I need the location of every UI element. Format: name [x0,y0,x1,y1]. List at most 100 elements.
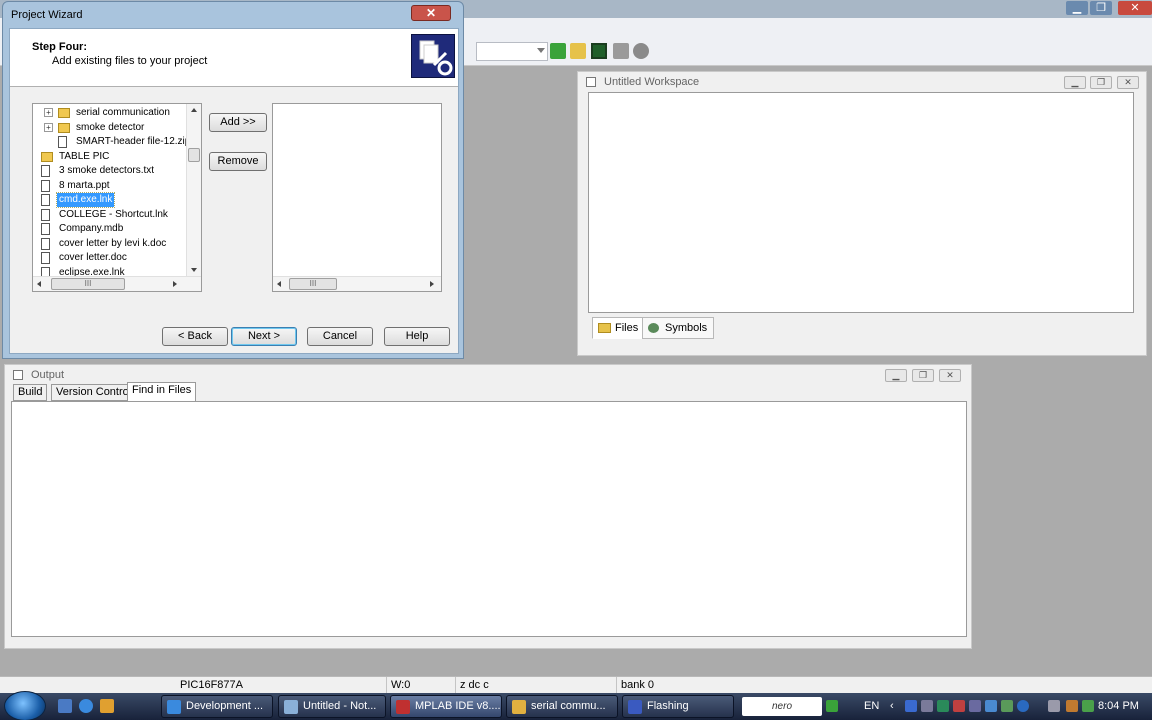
file-browser-tree[interactable]: eclipse.exe.lnk cover letter.doc cover let… [32,103,202,292]
save-icon[interactable] [591,43,607,59]
folder-icon [512,700,526,714]
remove-button[interactable]: Remove [209,152,267,171]
build-icon[interactable] [613,43,629,59]
symbols-icon [648,323,659,333]
ie-icon [167,700,181,714]
tray-chevron-icon[interactable]: ‹ [890,700,902,712]
nero-logo[interactable]: nero [742,697,822,716]
workspace-minimize-button[interactable]: ▁ [1064,76,1086,89]
tray-app-icon[interactable] [1066,700,1078,712]
file-icon [41,237,50,250]
taskbar-button[interactable]: MPLAB IDE v8.... [390,695,502,718]
arrow-icon[interactable] [826,700,838,712]
configuration-combo[interactable] [476,42,548,61]
tab-version-control[interactable]: Version Control [51,384,137,401]
scroll-left-arrow-icon[interactable] [277,281,281,287]
tray-app-icon[interactable] [1017,700,1029,712]
scroll-up-arrow-icon[interactable] [191,108,197,112]
ide-minimize-button[interactable]: ▁ [1066,1,1088,15]
tree-item[interactable]: Company.mdb [33,222,187,236]
taskbar: Development ... Untitled - Not... MPLAB ID… [0,691,1152,720]
file-icon [41,223,50,235]
cancel-button[interactable]: Cancel [307,327,373,346]
tree-item[interactable]: 8 marta.ppt [33,179,187,193]
tree-item-label: cmd.exe.lnk [55,192,116,208]
window-icon [586,77,596,87]
tree-item-label: SMART-header file-12.zip [76,136,191,147]
status-device: PIC16F877A [180,679,243,691]
output-text-area[interactable] [11,401,967,637]
tray-app-icon[interactable] [1082,700,1094,712]
tray-app-icon[interactable] [905,700,917,712]
taskbar-button[interactable]: Development ... [161,695,273,718]
wizard-body: Step Four: Add existing files to your pr… [9,28,459,354]
ide-close-button[interactable]: ✕ [1118,1,1152,15]
language-indicator[interactable]: EN [864,693,879,720]
tree-item[interactable]: cover letter by levi k.doc [33,237,187,251]
tree-horizontal-scrollbar[interactable]: III [33,276,201,291]
ie-icon[interactable] [79,699,93,713]
tree-item[interactable]: TABLE PIC [33,150,187,164]
output-restore-button[interactable]: ❐ [912,369,934,382]
mplab-icon [396,700,410,714]
network-icon[interactable] [985,700,997,712]
expand-plus-icon[interactable]: + [44,122,53,132]
back-button[interactable]: < Back [162,327,228,346]
show-desktop-icon[interactable] [58,699,72,713]
scroll-left-arrow-icon[interactable] [37,281,41,287]
tree-hscroll-thumb[interactable]: III [51,278,125,290]
tree-item[interactable]: COLLEGE - Shortcut.lnk [33,208,187,222]
scroll-right-arrow-icon[interactable] [173,281,177,287]
explorer-icon[interactable] [100,699,114,713]
tree-item[interactable]: cover letter.doc [33,251,187,265]
list-horizontal-scrollbar[interactable]: III [273,276,441,291]
workspace-restore-button[interactable]: ❐ [1090,76,1112,89]
project-files-list[interactable]: III [272,103,442,292]
tree-item[interactable]: 3 smoke detectors.txt [33,164,187,178]
tab-build[interactable]: Build [13,384,48,401]
volume-icon[interactable] [1048,700,1060,712]
wizard-close-button[interactable]: ✕ [411,5,451,21]
tray-app-icon[interactable] [969,700,981,712]
tree-item[interactable]: cmd.exe.lnk [33,192,187,208]
taskbar-button[interactable]: Flashing [622,695,734,718]
expand-plus-icon[interactable]: + [44,108,53,117]
file-icon [41,179,50,192]
folder-icon [41,151,53,162]
tab-symbols[interactable]: Symbols [642,317,715,339]
workspace-tree-area[interactable] [588,92,1134,313]
tree-item[interactable]: SMART-header file-12.zip [33,135,190,149]
tree-vscroll-thumb[interactable] [188,148,200,162]
ide-restore-button[interactable]: ❐ [1090,1,1112,15]
help-button[interactable]: Help [384,327,450,346]
tray-app-icon[interactable] [937,700,949,712]
next-button[interactable]: Next > [231,327,297,346]
tree-item-label: cover letter by levi k.doc [59,237,167,249]
taskbar-button[interactable]: serial commu... [506,695,618,718]
tray-app-icon[interactable] [953,700,965,712]
tree-vertical-scrollbar[interactable] [186,104,201,278]
file-icon [41,165,50,177]
info-icon[interactable] [633,43,649,59]
scroll-down-arrow-icon[interactable] [191,268,197,272]
tab-find-in-files[interactable]: Find in Files [127,382,197,402]
new-project-icon[interactable] [550,43,566,59]
scroll-right-arrow-icon[interactable] [430,281,434,287]
tray-app-icon[interactable] [1001,700,1013,712]
output-close-button[interactable]: ✕ [939,369,961,382]
tab-files[interactable]: Files [592,317,646,339]
taskbar-clock[interactable]: 8:04 PM [1098,693,1139,720]
list-hscroll-thumb[interactable]: III [289,278,337,290]
start-button[interactable] [4,691,46,720]
taskbar-button-label: Flashing [647,700,689,712]
add-button[interactable]: Add >> [209,113,267,132]
tree-item-label: Company.mdb [59,223,124,234]
tree-item[interactable]: + smoke detector [33,121,187,135]
taskbar-button[interactable]: Untitled - Not... [278,695,386,718]
tray-app-icon[interactable] [921,700,933,712]
output-minimize-button[interactable]: ▁ [885,369,907,382]
tree-item[interactable]: + serial communication [33,106,187,120]
taskbar-button-label: serial commu... [531,700,606,712]
open-folder-icon[interactable] [570,43,586,59]
workspace-close-button[interactable]: ✕ [1117,76,1139,89]
